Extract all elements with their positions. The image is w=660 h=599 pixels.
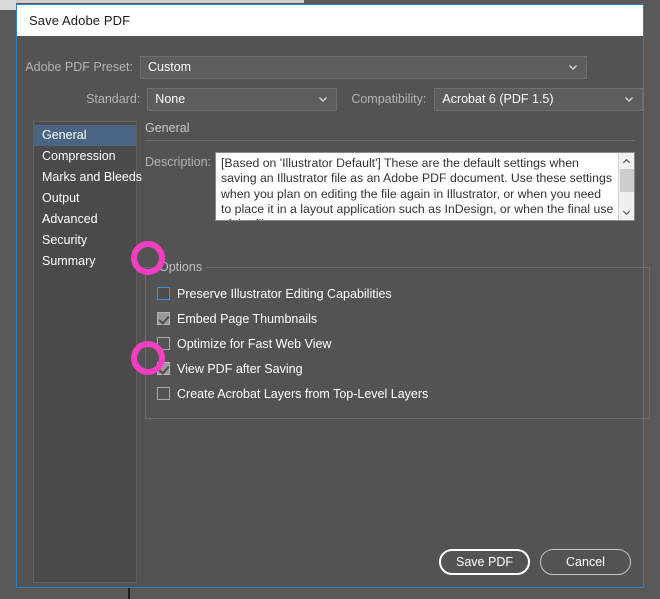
save-pdf-button-label: Save PDF <box>456 555 513 569</box>
adobe-pdf-preset-value: Custom <box>148 60 192 74</box>
cancel-button[interactable]: Cancel <box>540 549 631 575</box>
screen: Save Adobe PDF Adobe PDF Preset: Custom <box>0 0 660 599</box>
standard-value: None <box>155 92 186 106</box>
checkbox-create-acrobat-layers[interactable] <box>157 387 170 400</box>
description-text[interactable]: [Based on 'Illustrator Default'] These a… <box>216 153 618 220</box>
dialog-title: Save Adobe PDF <box>29 13 131 28</box>
description-textarea[interactable]: [Based on 'Illustrator Default'] These a… <box>215 152 635 221</box>
standard-select[interactable]: None <box>147 87 338 111</box>
sidebar-item-label: Output <box>42 191 80 205</box>
option-label: Embed Page Thumbnails <box>177 311 318 326</box>
option-preserve-illustrator-editing[interactable]: Preserve Illustrator Editing Capabilitie… <box>157 281 649 306</box>
sidebar-item-label: Summary <box>42 254 96 268</box>
chevron-down-icon[interactable] <box>619 204 635 220</box>
panel-title: General <box>145 121 190 135</box>
option-view-pdf-after-saving[interactable]: View PDF after Saving <box>157 356 649 381</box>
standard-compatibility-row: Standard: None Compatibility: Acrobat 6 … <box>17 87 643 111</box>
option-label: Create Acrobat Layers from Top-Level Lay… <box>177 386 429 401</box>
adobe-pdf-preset-select[interactable]: Custom <box>140 55 587 79</box>
option-label: Preserve Illustrator Editing Capabilitie… <box>177 286 392 301</box>
desktop-background-corner <box>0 0 16 10</box>
sidebar-item-general[interactable]: General <box>34 125 136 146</box>
sidebar-item-output[interactable]: Output <box>34 188 136 209</box>
options-list: Preserve Illustrator Editing Capabilitie… <box>146 268 649 406</box>
chevron-down-icon <box>568 62 578 72</box>
compatibility-label: Compatibility: <box>351 92 427 106</box>
sidebar-item-marks-and-bleeds[interactable]: Marks and Bleeds <box>34 167 142 188</box>
option-label: Optimize for Fast Web View <box>177 336 332 351</box>
options-group: Options Preserve Illustrator Editing Cap… <box>145 260 650 419</box>
sidebar-item-summary[interactable]: Summary <box>34 251 136 272</box>
chevron-down-icon <box>624 94 634 104</box>
sidebar-item-label: Compression <box>42 149 116 163</box>
chevron-down-icon <box>318 94 328 104</box>
compatibility-value: Acrobat 6 (PDF 1.5) <box>442 92 554 106</box>
sidebar-item-label: Advanced <box>42 212 98 226</box>
description-label: Description: <box>145 155 211 169</box>
standard-label: Standard: <box>86 92 141 106</box>
save-pdf-button[interactable]: Save PDF <box>439 549 530 575</box>
save-adobe-pdf-dialog: Save Adobe PDF Adobe PDF Preset: Custom <box>16 4 650 588</box>
general-panel: General Description: [Based on 'Illustra… <box>145 121 650 583</box>
category-sidebar[interactable]: General Compression Marks and Bleeds Out… <box>33 121 142 583</box>
dialog-footer: Save PDF Cancel <box>439 549 631 575</box>
checkbox-preserve-illustrator-editing[interactable] <box>157 287 170 300</box>
sidebar-item-security[interactable]: Security <box>34 230 136 251</box>
sidebar-item-label: Marks and Bleeds <box>42 170 143 184</box>
scrollbar-track[interactable] <box>619 169 635 204</box>
preset-row: Adobe PDF Preset: Custom <box>17 55 643 79</box>
option-create-acrobat-layers[interactable]: Create Acrobat Layers from Top-Level Lay… <box>157 381 649 406</box>
description-scrollbar[interactable] <box>618 153 634 220</box>
compatibility-select[interactable]: Acrobat 6 (PDF 1.5) <box>434 87 643 111</box>
sidebar-item-advanced[interactable]: Advanced <box>34 209 136 230</box>
dialog-body: Adobe PDF Preset: Custom Standard: None … <box>17 36 650 587</box>
sidebar-item-label: General <box>42 128 87 142</box>
checkbox-optimize-for-fast-web-view[interactable] <box>157 337 170 350</box>
dialog-titlebar: Save Adobe PDF <box>17 5 643 36</box>
options-group-legend: Options <box>155 260 207 274</box>
option-optimize-for-fast-web-view[interactable]: Optimize for Fast Web View <box>157 331 649 356</box>
option-label: View PDF after Saving <box>177 361 303 376</box>
checkbox-view-pdf-after-saving[interactable] <box>157 362 170 375</box>
sidebar-item-compression[interactable]: Compression <box>34 146 136 167</box>
option-embed-page-thumbnails[interactable]: Embed Page Thumbnails <box>157 306 649 331</box>
scrollbar-thumb[interactable] <box>619 169 634 192</box>
checkbox-embed-page-thumbnails[interactable] <box>157 312 170 325</box>
panel-divider <box>145 140 635 141</box>
description-row: Description: [Based on 'Illustrator Defa… <box>145 152 635 221</box>
preset-label: Adobe PDF Preset: <box>25 60 133 74</box>
sidebar-item-label: Security <box>42 233 88 247</box>
cancel-button-label: Cancel <box>566 555 605 569</box>
chevron-up-icon[interactable] <box>619 153 635 169</box>
desktop-background-strip <box>0 0 304 3</box>
